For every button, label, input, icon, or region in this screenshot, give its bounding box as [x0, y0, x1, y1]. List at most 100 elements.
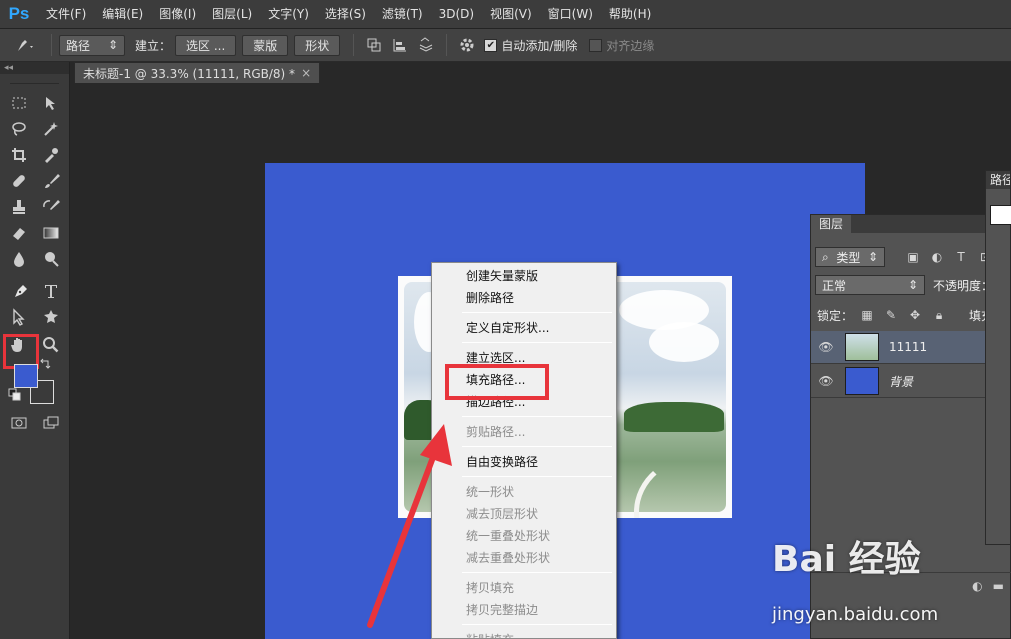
mode-select[interactable]: 路径 ⇕	[59, 34, 125, 56]
ctx-define-custom-shape[interactable]: 定义自定形状...	[432, 317, 616, 339]
menu-window[interactable]: 窗口(W)	[540, 0, 601, 29]
pen-tool-preset-icon[interactable]	[8, 34, 42, 56]
layer-row-background[interactable]: 👁︎ 背景	[811, 365, 1011, 398]
layers-lock-row: 锁定： ▦ ✎ ✥ 🔒︎ 填充：	[811, 305, 1011, 325]
marquee-tool[interactable]	[6, 92, 32, 114]
layers-blend-row: 正常 ⇕ 不透明度：	[811, 275, 1011, 295]
road-curve	[634, 452, 732, 518]
lasso-tool[interactable]	[6, 118, 32, 140]
menu-separator	[462, 624, 612, 625]
ctx-create-vector-mask[interactable]: 创建矢量蒙版	[432, 265, 616, 287]
menu-image[interactable]: 图像(I)	[151, 0, 204, 29]
lock-transparent-icon[interactable]: ▦	[857, 305, 877, 325]
move-icon	[46, 97, 55, 110]
paths-panel: 路径	[985, 170, 1011, 545]
options-separator	[446, 34, 448, 56]
pen-tool[interactable]	[8, 280, 34, 302]
menu-separator	[462, 476, 612, 477]
tools-panel: ◂◂	[0, 62, 70, 639]
tab-paths[interactable]: 路径	[986, 171, 1010, 189]
lock-pixels-icon[interactable]: ✎	[881, 305, 901, 325]
custom-shape-tool[interactable]	[38, 306, 64, 328]
updown-icon: ⇕	[867, 250, 878, 264]
menu-type[interactable]: 文字(Y)	[260, 0, 317, 29]
eraser-tool[interactable]	[6, 222, 32, 244]
mask-button[interactable]: 蒙版	[242, 34, 289, 56]
path-thumbnail[interactable]	[990, 205, 1011, 225]
cloud	[649, 322, 719, 362]
pen-icon	[15, 285, 27, 297]
stamp-icon	[13, 200, 25, 214]
menu-3d[interactable]: 3D(D)	[431, 0, 482, 29]
align-edges-label: 对齐边缘	[606, 38, 655, 53]
lasso-icon	[12, 122, 26, 136]
selection-button[interactable]: 选区 ...	[175, 34, 237, 56]
lock-position-icon[interactable]: ✥	[905, 305, 925, 325]
magic-wand-tool[interactable]	[38, 118, 64, 140]
type-filter-icon[interactable]: T	[951, 247, 971, 267]
layers-filter-row: ⌕ 类型 ⇕ ▣ ◐ T ⊡	[811, 247, 1011, 267]
pixel-filter-icon[interactable]: ▣	[903, 247, 923, 267]
align-edges-checkbox[interactable]	[589, 38, 603, 52]
auto-add-delete-label: 自动添加/删除	[501, 38, 578, 53]
tools-collapse-button[interactable]: ◂◂	[0, 62, 69, 74]
layer-filter-select[interactable]: ⌕ 类型 ⇕	[815, 247, 885, 267]
menu-edit[interactable]: 编辑(E)	[94, 0, 151, 29]
healing-brush-tool[interactable]	[6, 170, 32, 192]
path-operations-icon[interactable]	[363, 34, 385, 56]
menu-file[interactable]: 文件(F)	[38, 0, 94, 29]
menu-select[interactable]: 选择(S)	[317, 0, 374, 29]
screen-mode-tool[interactable]	[38, 412, 64, 434]
menu-help[interactable]: 帮助(H)	[601, 0, 659, 29]
menu-filter[interactable]: 滤镜(T)	[374, 0, 431, 29]
default-colors-icon[interactable]	[8, 388, 22, 402]
blur-tool[interactable]	[6, 248, 32, 270]
crop-tool[interactable]	[6, 144, 32, 166]
zoom-tool[interactable]	[38, 334, 64, 356]
path-alignment-icon[interactable]	[389, 34, 411, 56]
clone-stamp-tool[interactable]	[6, 196, 32, 218]
move-tool[interactable]	[38, 92, 64, 114]
swap-colors-icon[interactable]	[38, 358, 52, 372]
document-tab-title: 未标题-1 @ 33.3% (11111, RGB/8) *	[83, 66, 296, 81]
lock-label: 锁定：	[817, 308, 854, 323]
drop-icon	[14, 252, 24, 267]
dodge-tool[interactable]	[38, 248, 64, 270]
brush-tool[interactable]	[38, 170, 64, 192]
gradient-tool[interactable]	[38, 222, 64, 244]
foreground-color-swatch[interactable]	[14, 364, 38, 388]
layer-name: 11111	[889, 340, 928, 354]
eyedropper-tool[interactable]	[38, 144, 64, 166]
menu-layer[interactable]: 图层(L)	[204, 0, 260, 29]
eye-icon[interactable]: 👁︎	[811, 374, 841, 388]
ctx-delete-path[interactable]: 删除路径	[432, 287, 616, 309]
document-tab[interactable]: 未标题-1 @ 33.3% (11111, RGB/8) * ×	[74, 62, 321, 83]
eraser-icon	[13, 228, 25, 240]
shape-icon	[44, 310, 58, 323]
adjustment-filter-icon[interactable]: ◐	[927, 247, 947, 267]
menu-view[interactable]: 视图(V)	[482, 0, 540, 29]
marquee-icon	[12, 97, 26, 109]
ctx-paste-fill[interactable]: 粘贴填充	[432, 629, 616, 638]
gear-icon[interactable]	[456, 34, 478, 56]
path-arrangement-icon[interactable]	[415, 34, 437, 56]
menu-separator	[462, 312, 612, 313]
history-brush-icon	[43, 200, 60, 210]
tools-grip[interactable]	[10, 74, 59, 84]
eye-icon[interactable]: 👁︎	[811, 340, 841, 354]
quick-mask-tool[interactable]	[6, 412, 32, 434]
blend-mode-select[interactable]: 正常 ⇕	[815, 275, 925, 295]
close-tab-icon[interactable]: ×	[301, 66, 311, 80]
path-selection-tool[interactable]	[6, 306, 32, 328]
lock-all-icon[interactable]: 🔒︎	[929, 305, 949, 325]
auto-add-delete-checkbox[interactable]: ✔	[484, 38, 498, 52]
tab-layers[interactable]: 图层	[811, 215, 852, 233]
history-brush-tool[interactable]	[38, 196, 64, 218]
layer-thumbnail	[845, 367, 879, 395]
shape-button[interactable]: 形状	[294, 34, 341, 56]
type-tool[interactable]	[38, 280, 64, 302]
menu-separator	[462, 416, 612, 417]
hand-tool[interactable]	[6, 334, 32, 356]
red-arrow-annotation	[367, 424, 452, 628]
layer-row-11111[interactable]: 👁︎ 11111	[811, 331, 1011, 364]
